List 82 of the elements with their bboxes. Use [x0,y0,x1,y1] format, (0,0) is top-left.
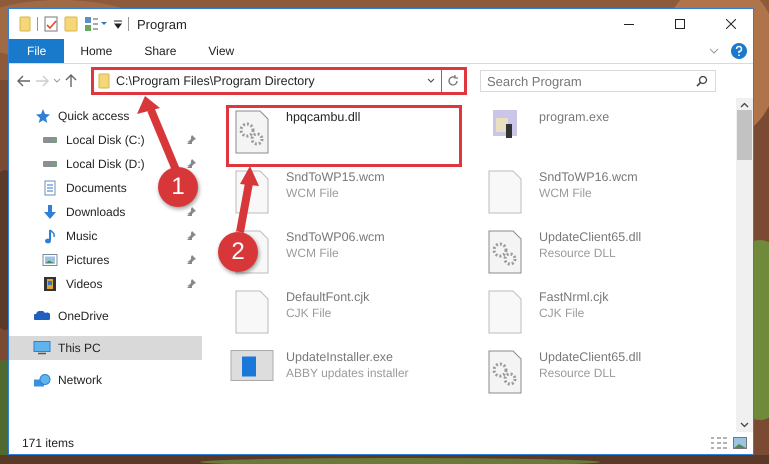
blank-file-icon [488,170,522,214]
gear-file-icon [235,110,269,154]
expand-ribbon-icon[interactable] [709,48,719,54]
sidebar-item[interactable]: Local Disk (C:) [41,133,145,147]
folder-icon [98,73,110,89]
film-icon [44,277,56,291]
cloud-icon [34,311,50,321]
network-icon [34,374,50,386]
sidebar-item[interactable]: Downloads [41,204,126,220]
sidebar-item[interactable]: Quick access [33,108,130,124]
layout-icon[interactable] [84,16,108,32]
drive-icon [42,160,58,168]
window-title: Program [137,16,187,32]
ribbon-tab[interactable]: Home [64,39,128,63]
file-name[interactable]: DefaultFont.cjk [286,290,370,304]
pin-icon[interactable] [186,231,196,241]
pin-icon[interactable] [186,159,196,169]
blank-file-icon [235,290,269,334]
help-icon[interactable] [731,43,747,59]
ribbon-tab[interactable]: Share [128,39,192,63]
recent-locations-icon[interactable] [53,78,61,84]
star-icon [34,108,50,124]
drive-icon [42,136,58,144]
address-bar[interactable]: C:\Program Files\Program Directory [91,67,467,95]
sidebar-item[interactable]: Documents [41,180,127,196]
maximize-icon[interactable] [674,19,684,29]
ribbon-tab[interactable]: View [192,39,250,63]
file-type: Resource DLL [539,246,617,260]
scroll-thumb[interactable] [737,110,752,160]
pin-icon[interactable] [186,279,196,289]
file-type: WCM File [286,186,340,200]
sidebar-item[interactable]: Pictures [41,253,110,267]
pin-icon[interactable] [186,255,196,265]
file-name[interactable]: FastNrml.cjk [539,290,608,304]
file-type: Resource DLL [539,366,617,380]
scroll-down-icon[interactable] [740,422,749,428]
checklist-icon[interactable] [44,16,58,32]
document-icon [44,180,56,196]
annotation-arrow [236,166,259,233]
ribbon-tab[interactable]: File [9,39,64,63]
file-name[interactable]: UpdateClient65.dll [539,350,642,364]
file-name[interactable]: hpqcambu.dll [286,110,360,124]
sidebar-item[interactable]: Videos [41,277,102,291]
back-arrow-icon[interactable] [17,75,31,87]
file-name[interactable]: UpdateClient65.dll [539,230,642,244]
file-type: WCM File [539,186,593,200]
file-name[interactable]: SndToWP15.wcm [286,170,385,184]
file-type: ABBY updates installer [286,366,409,380]
file-name[interactable]: program.exe [539,110,610,124]
installer-icon [230,350,274,381]
file-type: WCM File [286,246,340,260]
item-count: 171 items [22,436,74,450]
file-name[interactable]: SndToWP06.wcm [286,230,385,244]
scrollbar[interactable] [736,98,753,432]
file-type: CJK File [286,306,332,320]
sidebar-item[interactable]: Music [41,228,98,244]
application-icon [493,110,517,138]
file-name[interactable]: SndToWP16.wcm [539,170,638,184]
details-view-icon[interactable] [711,437,727,449]
file-type: CJK File [539,306,586,320]
pin-icon[interactable] [186,135,196,145]
large-icons-view-icon[interactable] [733,437,747,449]
sidebar-item[interactable]: This PC [33,341,101,355]
download-arrow-icon [43,204,57,220]
pin-icon[interactable] [186,207,196,217]
sidebar-item[interactable]: Local Disk (D:) [41,157,145,171]
monitor-icon [33,341,51,355]
dropdown-caret-icon[interactable] [427,78,435,84]
file-name[interactable]: UpdateInstaller.exe [286,350,409,364]
picture-icon [42,254,58,266]
gear-file-icon [488,230,522,274]
sidebar-item[interactable]: Network [33,373,102,387]
music-note-icon [45,228,55,244]
gear-file-icon [488,350,522,394]
up-arrow-icon[interactable] [65,74,77,88]
sidebar-item[interactable]: OneDrive [33,309,109,323]
blank-file-icon [488,290,522,334]
close-icon[interactable] [726,19,736,29]
search-field[interactable]: Search Program [480,70,716,92]
refresh-icon [447,75,459,87]
scroll-up-icon[interactable] [740,102,749,108]
customize-toolbar-icon[interactable] [114,19,122,29]
